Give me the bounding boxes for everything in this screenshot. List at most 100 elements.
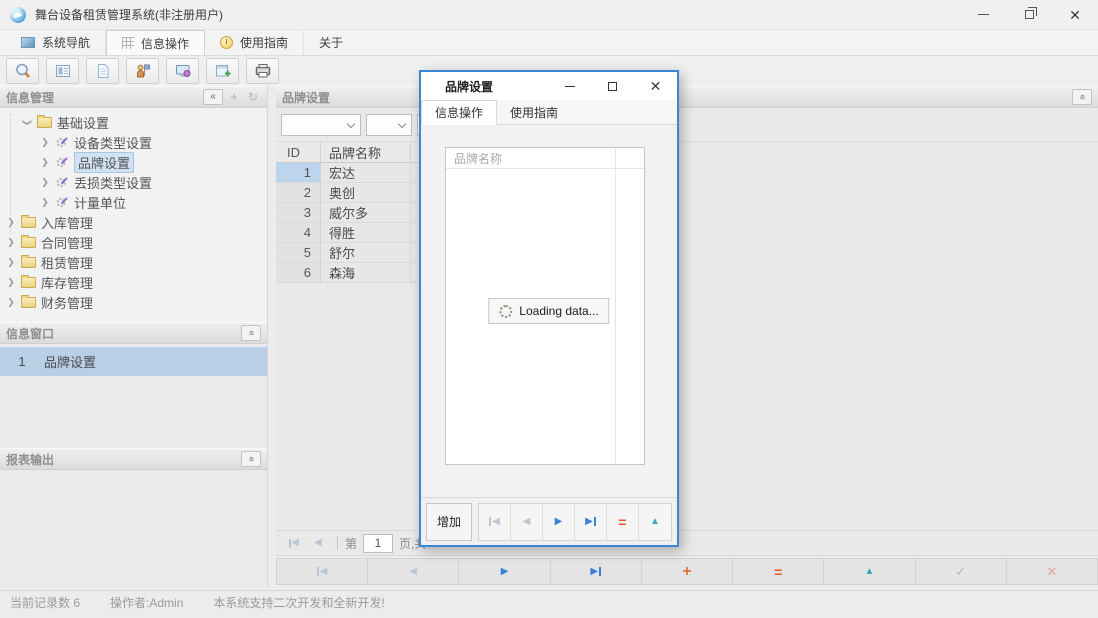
- page-number-input[interactable]: [363, 534, 393, 553]
- status-bar: 当前记录数 6 操作者:Admin 本系统支持二次开发和全新开发!: [0, 590, 1098, 614]
- tree-item-brand-settings[interactable]: ❯ 品牌设置: [0, 152, 267, 172]
- minimize-button[interactable]: [960, 0, 1006, 30]
- tab-label: 信息操作: [435, 104, 483, 121]
- add-icon[interactable]: +: [226, 90, 242, 104]
- document-button[interactable]: [86, 58, 119, 84]
- chevron-down-icon[interactable]: ❯: [22, 117, 33, 127]
- search-button[interactable]: [6, 58, 39, 84]
- tree-item-label: 基础设置: [57, 113, 109, 132]
- chevron-right-icon[interactable]: ❯: [6, 217, 16, 228]
- nav-first-button[interactable]: ◀: [276, 558, 368, 585]
- dialog-delete-button[interactable]: =: [607, 504, 639, 540]
- dialog-next-button[interactable]: ▶: [543, 504, 575, 540]
- collapse-up-button[interactable]: «: [241, 325, 261, 341]
- nav-prev-button[interactable]: ◀: [368, 558, 459, 585]
- tree-item-base-settings[interactable]: ❯ 基础设置: [0, 112, 267, 132]
- tree-item-label: 租赁管理: [41, 253, 93, 272]
- tree-item-rental-mgmt[interactable]: ❯ 租赁管理: [0, 252, 267, 272]
- insert-record-button[interactable]: +: [642, 558, 733, 585]
- monitor-button[interactable]: [166, 58, 199, 84]
- filter-combo-1[interactable]: [281, 114, 361, 136]
- chevron-right-icon[interactable]: ❯: [6, 257, 16, 268]
- collapse-left-icon: «: [210, 92, 216, 102]
- nav-last-button[interactable]: ▶: [551, 558, 642, 585]
- page-first-button[interactable]: ◀: [282, 533, 306, 553]
- add-button[interactable]: 增加: [426, 503, 472, 541]
- column-header-id[interactable]: ID: [276, 142, 321, 162]
- table-row[interactable]: 6 森海: [276, 263, 420, 283]
- filter-combo-2[interactable]: [366, 114, 412, 136]
- tab-info-ops[interactable]: 信息操作: [421, 100, 497, 125]
- tree-item-inbound-mgmt[interactable]: ❯ 入库管理: [0, 212, 267, 232]
- dialog-first-button[interactable]: ◀: [479, 504, 511, 540]
- menu-item-system-nav[interactable]: 系统导航: [6, 30, 106, 55]
- post-record-button[interactable]: ✓: [916, 558, 1007, 585]
- dialog-minimize-button[interactable]: [548, 72, 591, 100]
- tree-item-contract-mgmt[interactable]: ❯ 合同管理: [0, 232, 267, 252]
- printer-icon: [254, 62, 272, 80]
- page-prev-button[interactable]: ◀: [306, 533, 330, 553]
- add-window-button[interactable]: [206, 58, 239, 84]
- dialog-prev-button[interactable]: ◀: [511, 504, 543, 540]
- collapse-up-icon: «: [246, 330, 256, 336]
- collapse-left-button[interactable]: «: [203, 89, 223, 105]
- dialog-close-button[interactable]: ✕: [634, 72, 677, 100]
- cancel-record-button[interactable]: ✕: [1007, 558, 1098, 585]
- delete-record-button[interactable]: =: [733, 558, 824, 585]
- tree-item-inventory-mgmt[interactable]: ❯ 库存管理: [0, 272, 267, 292]
- menu-label: 信息操作: [141, 35, 189, 52]
- chevron-right-icon[interactable]: ❯: [40, 137, 50, 148]
- collapse-up-button[interactable]: «: [241, 451, 261, 467]
- folder-icon: [37, 117, 52, 128]
- form-button[interactable]: [46, 58, 79, 84]
- dialog-last-button[interactable]: ▶: [575, 504, 607, 540]
- dialog-maximize-button[interactable]: [591, 72, 634, 100]
- printer-button[interactable]: [246, 58, 279, 84]
- chevron-right-icon[interactable]: ❯: [40, 197, 50, 208]
- menu-item-guide[interactable]: 使用指南: [205, 30, 304, 55]
- nav-next-button[interactable]: ▶: [459, 558, 550, 585]
- info-panel-title: 信息管理: [6, 89, 54, 106]
- edit-record-button[interactable]: ▲: [824, 558, 915, 585]
- dialog-toolbar: 增加 ◀ ◀ ▶ ▶ = ▲: [421, 497, 677, 545]
- tree-item-loss-type-settings[interactable]: ❯ 丢损类型设置: [0, 172, 267, 192]
- collapse-up-icon: «: [246, 456, 256, 462]
- chevron-right-icon[interactable]: ❯: [6, 297, 16, 308]
- chevron-right-icon[interactable]: ❯: [6, 277, 16, 288]
- table-row[interactable]: 2 奥创: [276, 183, 420, 203]
- table-row[interactable]: 4 得胜: [276, 223, 420, 243]
- close-button[interactable]: ✕: [1052, 0, 1098, 30]
- cell-brand-name: 奥创: [321, 183, 411, 203]
- nav-tree: ❯ 基础设置 ❯ 设备类型设置 ❯ 品牌设置 ❯ 丢损类型设置 ❯ 计量单位 ❯…: [0, 108, 267, 322]
- first-record-icon: ◀: [492, 517, 500, 527]
- table-row[interactable]: 5 舒尔: [276, 243, 420, 263]
- column-header-brand-name[interactable]: 品牌名称: [321, 142, 411, 162]
- dialog-tab-bar: 信息操作 使用指南: [421, 100, 677, 125]
- tree-item-unit-of-measure[interactable]: ❯ 计量单位: [0, 192, 267, 212]
- user-button[interactable]: [126, 58, 159, 84]
- dialog-edit-button[interactable]: ▲: [639, 504, 671, 540]
- triangle-up-icon: ▲: [864, 567, 874, 577]
- window-title: 舞台设备租赁管理系统(非注册用户): [35, 6, 223, 23]
- menu-item-info-ops[interactable]: 信息操作: [106, 30, 205, 55]
- chevron-right-icon[interactable]: ❯: [6, 237, 16, 248]
- nav-square-icon: [21, 37, 35, 48]
- open-windows-list: 1 品牌设置: [0, 344, 267, 448]
- tree-item-label: 财务管理: [41, 293, 93, 312]
- refresh-icon[interactable]: ↻: [245, 90, 261, 104]
- list-item-brand-settings[interactable]: 1 品牌设置: [0, 347, 267, 376]
- tree-item-finance-mgmt[interactable]: ❯ 财务管理: [0, 292, 267, 312]
- tree-item-device-type-settings[interactable]: ❯ 设备类型设置: [0, 132, 267, 152]
- table-row[interactable]: 1 宏达: [276, 163, 420, 183]
- loading-indicator: Loading data...: [488, 298, 609, 324]
- table-row[interactable]: 3 威尔多: [276, 203, 420, 223]
- tab-guide[interactable]: 使用指南: [497, 100, 571, 124]
- grid-column-header-brand-name[interactable]: 品牌名称: [446, 148, 644, 169]
- record-count-text: 当前记录数 6: [10, 594, 80, 611]
- restore-button[interactable]: [1006, 0, 1052, 30]
- menu-bar: 系统导航 信息操作 使用指南 关于: [0, 30, 1098, 56]
- chevron-right-icon[interactable]: ❯: [40, 157, 50, 168]
- chevron-right-icon[interactable]: ❯: [40, 177, 50, 188]
- menu-item-about[interactable]: 关于: [304, 30, 358, 55]
- collapse-up-button[interactable]: «: [1072, 89, 1092, 105]
